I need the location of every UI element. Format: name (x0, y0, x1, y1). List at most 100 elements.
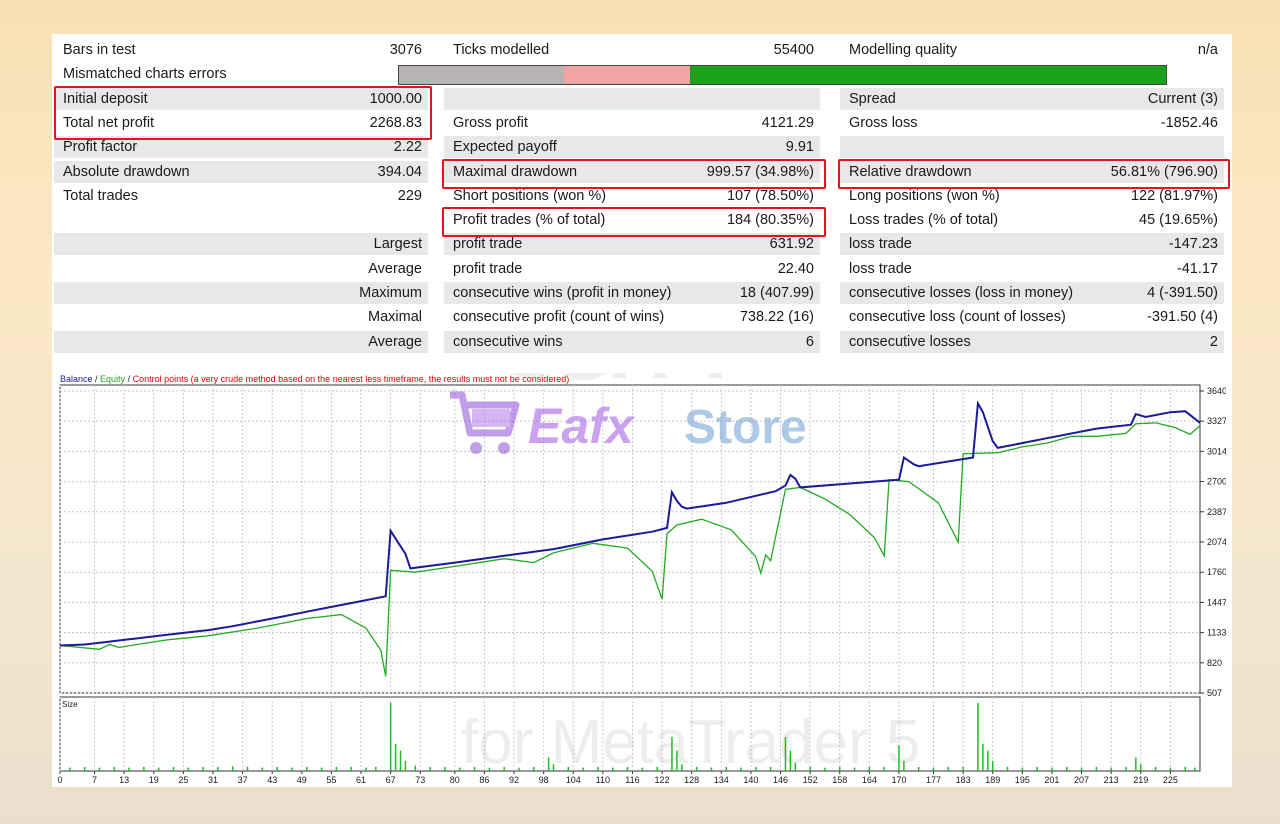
metric-value: 122 (81.97%) (1130, 187, 1218, 204)
row-group-label: Maximal (368, 309, 422, 326)
report-cell: Long positions (won %) 122 (81.97%) (840, 185, 1224, 207)
metric-label: Modelling quality (849, 42, 958, 58)
legend-separator: / (125, 374, 133, 384)
report-cell: Short positions (won %) 107 (78.50%) (444, 185, 820, 207)
x-tick-label: 152 (803, 775, 818, 785)
metric-label: Loss trades (% of total) (849, 212, 999, 229)
metric-label: profit trade (453, 260, 523, 277)
x-tick-label: 213 (1104, 775, 1119, 785)
y-tick-label: 2074 (1207, 537, 1226, 547)
report-cell: Loss trades (% of total) 45 (19.65%) (840, 209, 1224, 231)
report-cell: Profit factor 2.22 (54, 136, 428, 159)
metric-value: -147.23 (1168, 236, 1218, 253)
x-tick-label: 86 (479, 775, 489, 785)
x-tick-label: 116 (625, 775, 639, 785)
quality-bar-segment (399, 66, 564, 85)
metric-value: 22.40 (777, 260, 814, 277)
metric-value: 3076 (389, 42, 422, 58)
report-row: Largest profit trade 631.92 loss trade -147.… (54, 233, 1224, 257)
x-tick-label: 73 (415, 775, 425, 785)
metric-label: consecutive wins (453, 333, 563, 350)
metric-label: Relative drawdown (849, 163, 972, 180)
metric-label: Gross loss (849, 114, 918, 131)
report-cell: Relative drawdown 56.81% (796.90) (840, 160, 1224, 183)
y-tick-label: 1447 (1207, 597, 1226, 607)
report-cell: Expected payoff 9.91 (444, 136, 820, 159)
report-row: Profit factor 2.22 Expected payoff 9.91 (54, 136, 1224, 160)
x-tick-label: 80 (450, 775, 460, 785)
metric-label: Profit trades (% of total) (453, 212, 606, 229)
metric-value: 4 (-391.50) (1147, 285, 1218, 301)
x-tick-label: 219 (1133, 775, 1148, 785)
x-tick-label: 122 (655, 775, 670, 785)
metric-value: 107 (78.50%) (726, 187, 814, 204)
report-cell: consecutive wins (profit in money) 18 (40… (444, 282, 820, 304)
x-tick-label: 13 (119, 775, 129, 785)
legend-equity: Equity (100, 374, 126, 384)
metric-label: consecutive losses (loss in money) (849, 285, 1074, 301)
report-cell: Mismatched charts errors1 (54, 63, 428, 85)
watermark-tagline: for MetaTrader 5 (461, 708, 920, 777)
metric-label: loss trade (849, 236, 912, 253)
row-group-label: Largest (373, 236, 422, 253)
report-cell: Maximum (54, 282, 428, 304)
metric-label: Long positions (won %) (849, 187, 1000, 204)
y-tick-label: 1133 (1207, 628, 1226, 638)
x-tick-label: 49 (297, 775, 307, 785)
metric-value: 1000.00 (369, 90, 422, 107)
metric-label: Profit factor (63, 139, 138, 156)
metric-value: 4121.29 (761, 114, 814, 131)
metric-label: Total net profit (63, 114, 155, 131)
report-row: Average profit trade 22.40 loss trade -41.17 (54, 258, 1224, 282)
metric-label: Initial deposit (63, 90, 148, 107)
x-tick-label: 7 (92, 775, 97, 785)
report-row: Total trades 229 Short positions (won %) 10… (54, 185, 1224, 209)
brand-prefix: Eafx (528, 398, 636, 454)
metric-value: 2.22 (393, 139, 422, 156)
report-cell: Average (54, 258, 428, 280)
report-row: Total net profit 2268.83 Gross profit 4121.… (54, 112, 1224, 136)
metric-value: 738.22 (16) (739, 309, 814, 326)
metric-label: Spread (849, 90, 896, 107)
report-cell: Maximal (54, 306, 428, 328)
row-group-label: Average (368, 333, 422, 350)
x-tick-label: 164 (862, 775, 877, 785)
y-tick-label: 3327 (1207, 416, 1226, 426)
metric-label: Maximal drawdown (453, 163, 578, 180)
y-tick-label: 820 (1207, 658, 1222, 668)
metric-label: Total trades (63, 187, 138, 204)
report-cell: Total net profit 2268.83 (54, 112, 428, 134)
report-cell: Spread Current (3) (840, 87, 1224, 110)
metric-label: consecutive wins (profit in money) (453, 285, 672, 301)
y-tick-label: 2387 (1207, 507, 1226, 517)
report-cell: consecutive profit (count of wins) 738.22… (444, 306, 820, 328)
x-tick-label: 158 (832, 775, 847, 785)
metric-value: -391.50 (4) (1147, 309, 1218, 326)
x-tick-label: 146 (773, 775, 788, 785)
report-row: Maximal consecutive profit (count of wins… (54, 306, 1224, 330)
metric-label: Ticks modelled (453, 42, 550, 58)
metric-label: profit trade (453, 236, 523, 253)
y-tick-label: 3640 (1207, 386, 1226, 396)
metric-value: 55400 (773, 42, 814, 58)
legend-separator: / (93, 374, 101, 384)
report-cell: consecutive wins 6 (444, 330, 820, 353)
report-cell: Profit trades (% of total) 184 (80.35%) (444, 209, 820, 231)
x-tick-label: 183 (956, 775, 971, 785)
metric-label: Bars in test (63, 42, 136, 58)
x-tick-label: 110 (596, 775, 610, 785)
report-cell: Absolute drawdown 394.04 (54, 160, 428, 183)
metric-value: 999.57 (34.98%) (706, 163, 814, 180)
report-row: Initial deposit 1000.00 Spread Current (3) (54, 87, 1224, 112)
modelling-quality-bar (398, 65, 1167, 86)
metric-label: Expected payoff (453, 139, 557, 156)
row-group-label: Maximum (359, 285, 422, 301)
report-cell: consecutive loss (count of losses) -391.5… (840, 306, 1224, 328)
metric-value: 2268.83 (369, 114, 422, 131)
metric-label: loss trade (849, 260, 912, 277)
x-tick-label: 43 (267, 775, 277, 785)
metric-label: consecutive losses (849, 333, 971, 350)
metric-value: -1852.46 (1160, 114, 1218, 131)
metric-label: Gross profit (453, 114, 528, 131)
report-cell: Bars in test 3076 (54, 39, 428, 61)
